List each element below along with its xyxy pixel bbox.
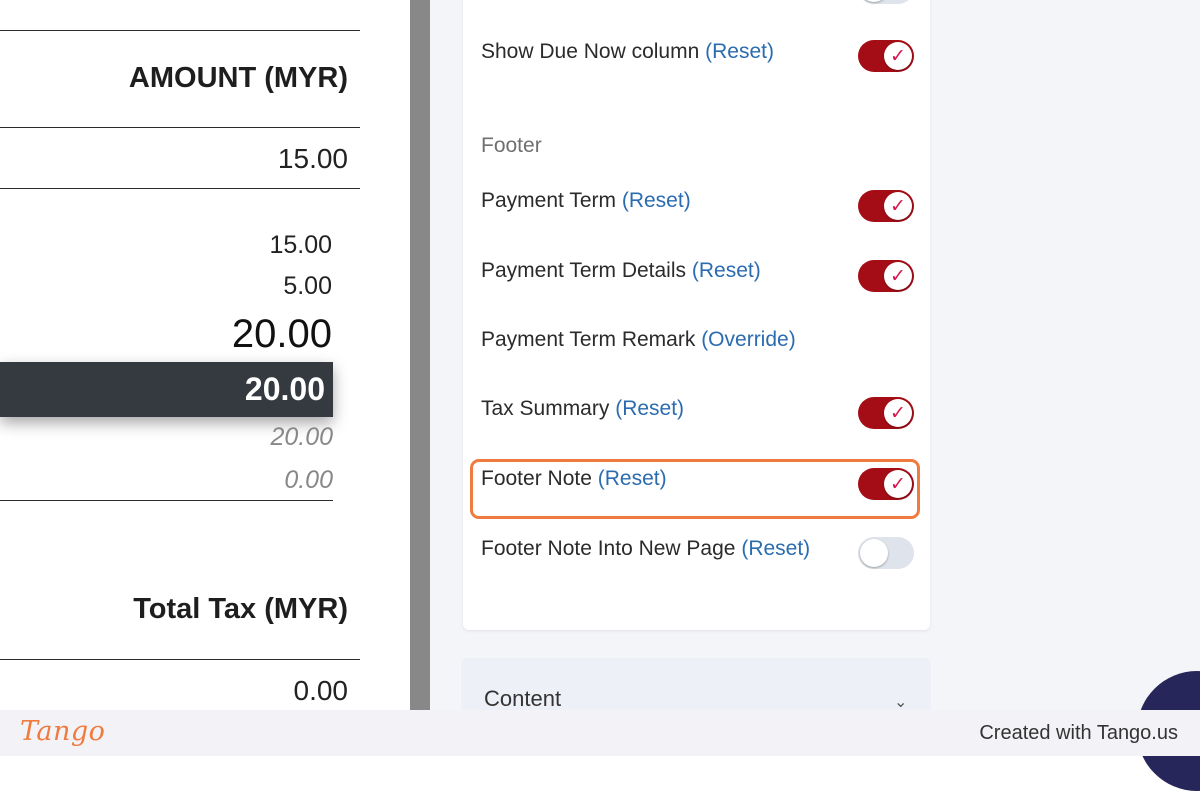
reset-link[interactable]: (Reset) (622, 189, 691, 212)
footer-note-toggle[interactable]: ✓ (858, 468, 914, 500)
toggle-knob: ✓ (884, 262, 912, 290)
tax-value: 5.00 (283, 272, 332, 300)
footer-note-new-page-label: Footer Note Into New Page (Reset) (481, 537, 811, 560)
show-due-now-label: Show Due Now column (Reset) (481, 40, 774, 63)
total-due-value: 20.00 (244, 371, 325, 407)
payment-term-details-toggle[interactable]: ✓ (858, 260, 914, 292)
total-tax-value: 0.00 (293, 675, 349, 706)
show-due-now-toggle[interactable]: ✓ (858, 40, 914, 72)
footer-section-title: Footer (481, 134, 542, 157)
invoice-preview: AMOUNT (MYR) 15.00 15.00 5.00 20.00 20.0… (0, 0, 410, 710)
override-link[interactable]: (Override) (701, 328, 796, 351)
amount-header: AMOUNT (MYR) (128, 62, 348, 94)
reset-link[interactable]: (Reset) (741, 537, 810, 560)
payment-term-details-label: Payment Term Details (Reset) (481, 259, 761, 282)
divider (0, 127, 360, 128)
balance-value: 0.00 (284, 466, 333, 494)
reset-link[interactable]: (Reset) (705, 40, 774, 63)
divider (0, 659, 360, 660)
tax-summary-toggle[interactable]: ✓ (858, 397, 914, 429)
tango-logo: Tango (20, 716, 106, 747)
total-value: 20.00 (231, 312, 332, 356)
check-icon: ✓ (890, 45, 906, 67)
reset-link[interactable]: (Reset) (598, 467, 667, 490)
subtotal-value: 15.00 (269, 231, 332, 259)
payment-term-label: Payment Term (Reset) (481, 189, 691, 212)
chevron-down-icon[interactable]: ⌄ (894, 692, 907, 711)
line-amount: 15.00 (277, 143, 348, 174)
payment-term-remark-label: Payment Term Remark (Override) (481, 328, 796, 351)
toggle-knob: ✓ (884, 42, 912, 70)
footer-note-label: Footer Note (Reset) (481, 467, 667, 490)
payment-term-toggle[interactable]: ✓ (858, 190, 914, 222)
check-icon: ✓ (890, 473, 906, 495)
divider (0, 30, 360, 31)
toggle-knob: ✓ (884, 192, 912, 220)
divider (0, 500, 333, 501)
toggle-knob: ✓ (884, 399, 912, 427)
check-icon: ✓ (890, 402, 906, 424)
reset-link[interactable]: (Reset) (692, 259, 761, 282)
total-tax-header: Total Tax (MYR) (133, 593, 348, 625)
total-due-bar: 20.00 (0, 362, 333, 417)
scrollbar[interactable] (410, 0, 430, 710)
content-section-title: Content (484, 686, 562, 711)
created-with-text: Created with Tango.us (979, 722, 1178, 744)
divider (0, 188, 360, 189)
toggle-knob: ✓ (884, 470, 912, 498)
toggle-knob (860, 539, 888, 567)
reset-link[interactable]: (Reset) (615, 397, 684, 420)
footer-note-new-page-toggle[interactable] (858, 537, 914, 569)
paid-value: 20.00 (270, 423, 333, 451)
settings-card (463, 0, 930, 630)
tax-summary-label: Tax Summary (Reset) (481, 397, 685, 420)
check-icon: ✓ (890, 265, 906, 287)
check-icon: ✓ (890, 195, 906, 217)
